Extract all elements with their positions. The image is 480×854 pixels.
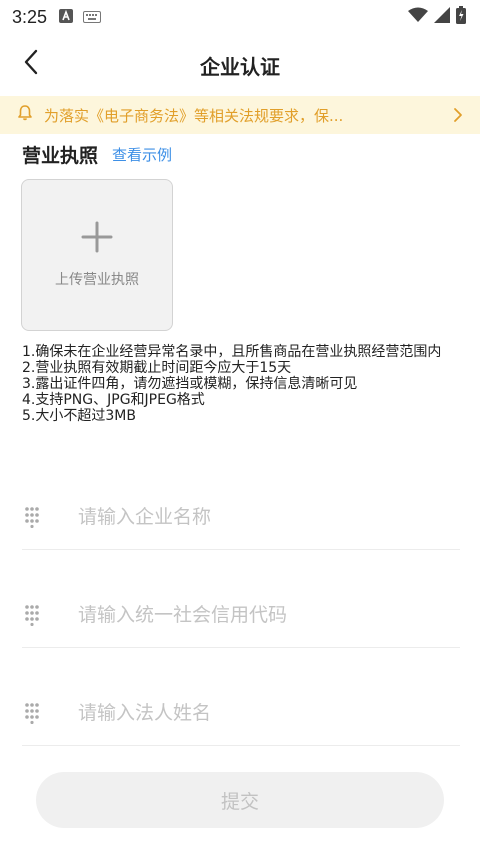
tip-item: 5.大小不超过3MB bbox=[22, 408, 136, 424]
credit-code-input[interactable] bbox=[78, 603, 438, 626]
upload-license-button[interactable]: 上传营业执照 bbox=[21, 179, 173, 331]
tip-item: 3.露出证件四角，请勿遮挡或模糊，保持信息清晰可见 bbox=[22, 376, 358, 392]
back-button[interactable] bbox=[14, 44, 48, 84]
company-name-field bbox=[22, 484, 460, 550]
status-time: 3:25 bbox=[12, 6, 48, 27]
keypad-icon bbox=[24, 604, 44, 626]
keypad-icon bbox=[24, 702, 44, 724]
bell-icon bbox=[18, 105, 32, 125]
plus-icon bbox=[81, 221, 113, 257]
notice-banner[interactable]: 为落实《电子商务法》等相关法规要求，保... bbox=[0, 96, 480, 134]
legal-person-input[interactable] bbox=[78, 701, 438, 724]
view-example-link[interactable]: 查看示例 bbox=[112, 144, 172, 165]
cellular-icon bbox=[434, 7, 450, 27]
app-header: 企业认证 bbox=[0, 34, 480, 96]
tip-item: 4.支持PNG、JPG和JPEG格式 bbox=[22, 392, 205, 408]
wifi-icon bbox=[408, 7, 428, 27]
upload-label: 上传营业执照 bbox=[55, 272, 139, 288]
license-section-header: 营业执照 查看示例 bbox=[22, 140, 172, 168]
tip-item: 1.确保未在企业经营异常名录中，且所售商品在营业执照经营范围内 bbox=[22, 344, 442, 360]
company-name-input[interactable] bbox=[78, 505, 438, 528]
section-title: 营业执照 bbox=[22, 144, 99, 167]
notice-text: 为落实《电子商务法》等相关法规要求，保... bbox=[44, 106, 344, 125]
page-title: 企业认证 bbox=[200, 54, 280, 79]
keyboard-icon bbox=[83, 8, 102, 27]
status-bar: 3:25 bbox=[0, 0, 480, 34]
tip-item: 2.营业执照有效期截止时间距今应大于15天 bbox=[22, 360, 292, 376]
submit-button[interactable]: 提交 bbox=[36, 772, 444, 828]
legal-person-field bbox=[22, 680, 460, 746]
chevron-left-icon bbox=[23, 49, 39, 79]
upload-tips: 1.确保未在企业经营异常名录中，且所售商品在营业执照经营范围内 2.营业执照有效… bbox=[22, 344, 462, 424]
battery-icon bbox=[456, 6, 466, 28]
credit-code-field bbox=[22, 582, 460, 648]
chevron-right-icon[interactable] bbox=[450, 105, 466, 125]
keypad-icon bbox=[24, 506, 44, 528]
font-a-icon bbox=[59, 8, 74, 27]
